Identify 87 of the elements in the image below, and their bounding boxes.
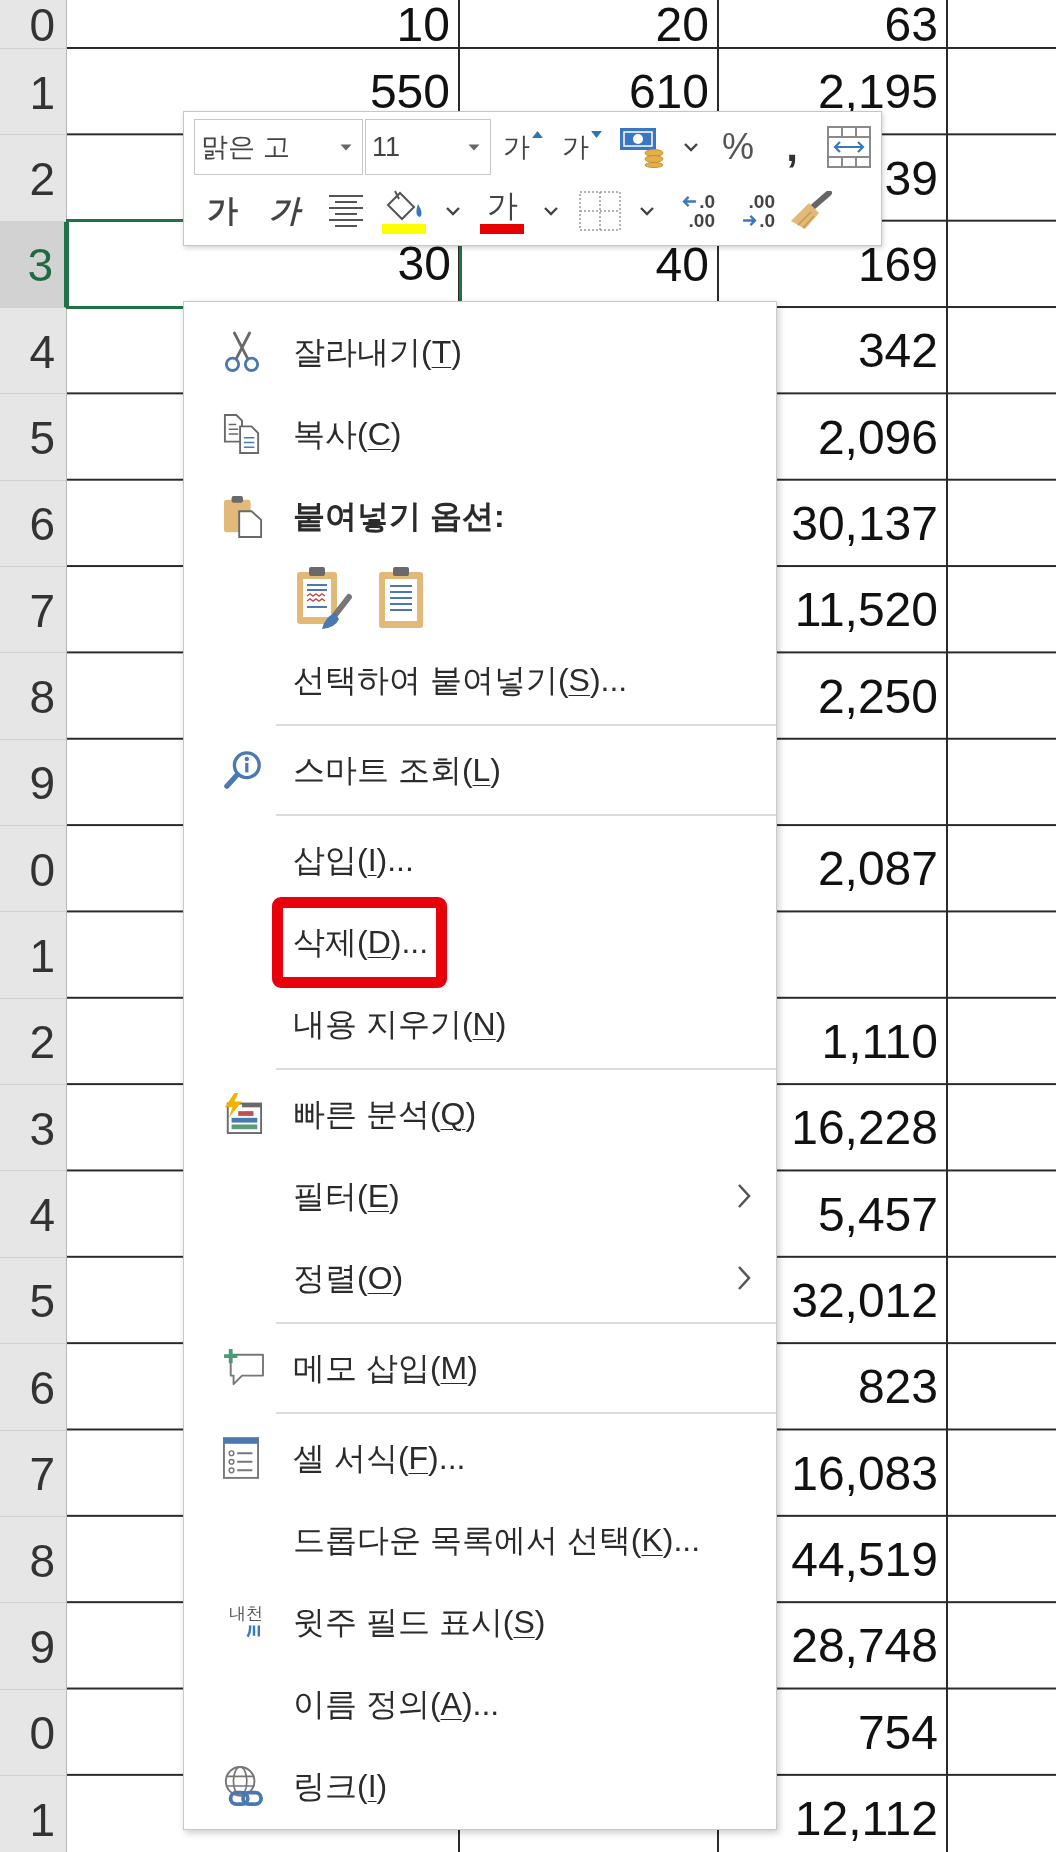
table-cell: 610 (628, 74, 709, 111)
menu-item[interactable]: 삭제(D)... (184, 901, 776, 983)
decrease-decimal-button[interactable]: .00 .0 (731, 192, 775, 230)
table-cell: 2,195 (817, 74, 938, 111)
row-header[interactable]: 9 (0, 1603, 67, 1690)
globe-link-icon (223, 1765, 263, 1807)
clipboard-icon[interactable] (378, 566, 424, 630)
menu-item[interactable]: 빠른 분석(Q) (184, 1073, 776, 1155)
row-header[interactable]: 1 (0, 912, 67, 999)
row-header[interactable]: 0 (0, 0, 67, 49)
caret-down-icon[interactable] (468, 143, 480, 151)
arrow-left-icon (682, 196, 698, 207)
comment-plus-icon (223, 1349, 265, 1387)
menu-item[interactable]: 정렬(O) (184, 1237, 776, 1319)
row-header[interactable]: 5 (0, 1257, 67, 1345)
menu-item[interactable]: 복사(C) (184, 393, 776, 475)
clipboard-page-icon (223, 494, 263, 538)
menu-item[interactable]: 잘라내기(T) (184, 311, 776, 393)
menu-item[interactable]: 셀 서식(F)... (184, 1417, 776, 1499)
banknote-coins-icon[interactable] (619, 126, 665, 168)
row-header[interactable]: 6 (0, 480, 67, 568)
chevron-down-icon[interactable] (639, 206, 655, 216)
table-cell: 550 (369, 74, 450, 111)
menu-item[interactable]: 스마트 조회(L) (184, 729, 776, 811)
row-header[interactable]: 4 (0, 308, 67, 395)
table-cell: 30 (397, 245, 451, 282)
menu-item[interactable]: 드롭다운 목록에서 선택(K)... (184, 1499, 776, 1581)
row-header[interactable]: 7 (0, 1430, 67, 1517)
scissors-icon (223, 331, 261, 373)
menu-item[interactable]: 이름 정의(A)... (184, 1663, 776, 1745)
table-cell: 10 (396, 6, 450, 43)
percent-button[interactable]: % (719, 124, 757, 170)
grow-font-button[interactable]: 가 (503, 124, 544, 170)
row-header[interactable]: 3 (0, 221, 67, 309)
menu-item[interactable]: 내천 윗주 필드 표시(S) (184, 1581, 776, 1663)
comma-style-button[interactable]: , (781, 124, 803, 170)
table-cell: 754 (857, 1714, 938, 1751)
menu-item[interactable]: 내용 지우기(N) (184, 983, 776, 1065)
row-header[interactable]: 8 (0, 1516, 67, 1604)
menu-item[interactable]: 메모 삽입(M) (184, 1327, 776, 1409)
table-cell: 40 (655, 246, 709, 283)
bold-button[interactable]: 가 (203, 187, 241, 235)
triangle-down-icon (590, 130, 603, 139)
row-header[interactable]: 0 (0, 826, 67, 913)
align-center-icon[interactable] (327, 192, 365, 230)
row-header[interactable]: 1 (0, 49, 67, 136)
row-header[interactable]: 2 (0, 998, 67, 1086)
menu-item[interactable]: 필터(E) (184, 1155, 776, 1237)
table-cell: 39 (884, 160, 938, 197)
chevron-down-icon[interactable] (683, 142, 699, 152)
italic-button[interactable]: 가 (265, 187, 303, 235)
menu-item[interactable]: 삽입(I)... (184, 819, 776, 901)
row-header[interactable]: 2 (0, 135, 67, 222)
menu-item[interactable]: 링크(I) (184, 1745, 776, 1827)
chevron-down-icon[interactable] (445, 206, 461, 216)
font-size-field[interactable]: 11 (365, 119, 491, 175)
font-name-field[interactable]: 맑은 고 (194, 119, 363, 175)
arrow-right-icon (742, 215, 758, 226)
row-header[interactable]: 3 (0, 1085, 67, 1172)
row-header[interactable]: 6 (0, 1344, 67, 1431)
row-header[interactable]: 1 (0, 1775, 67, 1852)
row-header[interactable]: 0 (0, 1689, 67, 1776)
copy-icon (223, 413, 261, 455)
row-header[interactable]: 7 (0, 567, 67, 654)
row-header[interactable]: 9 (0, 739, 67, 827)
row-header[interactable]: 8 (0, 653, 67, 740)
table-cell: 823 (857, 1369, 938, 1406)
shrink-font-button[interactable]: 가 (562, 124, 603, 170)
table-cell: 169 (857, 246, 938, 283)
table-cell: 342 (857, 333, 938, 370)
increase-decimal-button[interactable]: .0 .00 (671, 192, 715, 230)
chevron-down-icon[interactable] (543, 206, 559, 216)
font-color-button[interactable]: 가 (479, 188, 525, 234)
row-header[interactable]: 4 (0, 1171, 67, 1258)
list-document-icon (223, 1437, 259, 1479)
menu-item[interactable]: 선택하여 붙여넣기(S)... (184, 639, 776, 721)
lightning-chart-icon (223, 1093, 263, 1135)
table-cell: 20 (655, 6, 709, 43)
triangle-up-icon (531, 130, 544, 139)
menu-section-title: 붙여넣기 옵션: (293, 497, 505, 536)
column-width-icon[interactable] (827, 126, 871, 168)
caret-down-icon[interactable] (340, 143, 352, 151)
clipboard-brush-icon[interactable] (296, 566, 352, 630)
row-header[interactable]: 5 (0, 394, 67, 481)
magnifier-info-icon (223, 750, 263, 790)
table-cell: 63 (884, 6, 938, 43)
paintbrush-icon[interactable] (789, 191, 833, 231)
